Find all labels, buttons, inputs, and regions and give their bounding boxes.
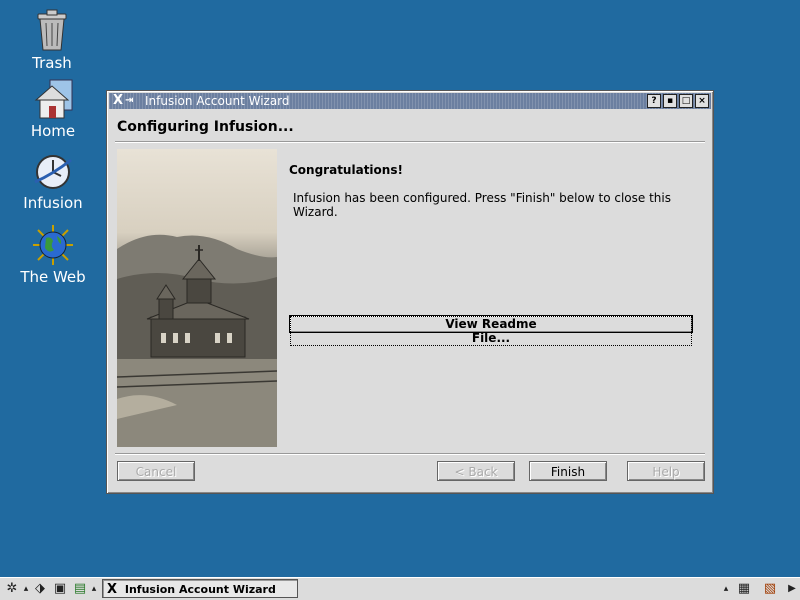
clipboard-icon[interactable]: ▧	[760, 581, 780, 597]
taskbar-item-wizard[interactable]: X Infusion Account Wizard	[102, 579, 298, 598]
desktop-icon-label: Infusion	[23, 194, 83, 212]
window-title: Infusion Account Wizard	[145, 94, 290, 108]
taskbar: ✲ ▴ ⬗ ▣ ▤ ▴ X Infusion Account Wizard ▴ …	[0, 577, 800, 600]
info-text: Infusion has been configured. Press "Fin…	[293, 191, 671, 219]
calendar-icon[interactable]: ▦	[734, 581, 754, 597]
window-list-icon[interactable]: ⬗	[32, 581, 48, 597]
desktop-icon-label: Trash	[32, 54, 72, 72]
desktop-icon-label: Home	[30, 122, 76, 140]
help-title-button[interactable]: ?	[647, 94, 661, 108]
titlebar-buttons: ? ▪ □ ×	[647, 94, 709, 108]
finish-label: Finish	[550, 465, 586, 479]
terminal-icon[interactable]: ▣	[52, 581, 68, 597]
view-readme-label: View Readme File...	[290, 316, 692, 346]
help-button[interactable]: Help	[627, 461, 705, 481]
maximize-button[interactable]: □	[679, 94, 693, 108]
close-button[interactable]: ×	[695, 94, 709, 108]
desktop-icon-label: The Web	[20, 268, 86, 286]
finish-button[interactable]: Finish	[529, 461, 607, 481]
globe-icon	[33, 225, 73, 265]
arrow-up-icon[interactable]: ▴	[22, 581, 30, 597]
heading-divider	[115, 141, 705, 143]
congrats-heading: Congratulations!	[289, 163, 403, 177]
pin-icon[interactable]: ⇥	[125, 93, 133, 109]
wizard-side-image	[117, 149, 277, 447]
help-label: Help	[652, 465, 680, 479]
cancel-label: Cancel	[135, 465, 177, 479]
church-photo-image	[117, 234, 277, 447]
taskbar-item-label: Infusion Account Wizard	[124, 583, 276, 596]
home-icon	[34, 79, 73, 119]
back-label: < Back	[454, 465, 498, 479]
arrow-right-icon[interactable]: ▶	[786, 581, 798, 597]
desktop-icon-infusion[interactable]: Infusion	[3, 152, 103, 212]
infusion-icon	[34, 155, 72, 189]
desktop-icon-web[interactable]: The Web	[3, 224, 103, 286]
trash-icon	[37, 9, 67, 51]
page-title: Configuring Infusion...	[117, 119, 294, 135]
arrow-up-icon[interactable]: ▴	[722, 581, 730, 597]
arrow-up-icon[interactable]: ▴	[90, 581, 98, 597]
desktop-icon-home[interactable]: Home	[3, 78, 103, 140]
kde-menu-icon[interactable]: ✲	[4, 581, 20, 597]
wizard-window: X ⇥ Infusion Account Wizard ? ▪ □ × Conf…	[106, 90, 714, 494]
back-button[interactable]: < Back	[437, 461, 515, 481]
x-logo-icon[interactable]: X	[113, 93, 123, 109]
editor-icon[interactable]: ▤	[72, 581, 88, 597]
window-titlebar[interactable]: X ⇥ Infusion Account Wizard ? ▪ □ ×	[109, 93, 711, 109]
minimize-button[interactable]: ▪	[663, 94, 677, 108]
desktop-icon-trash[interactable]: Trash	[2, 8, 102, 72]
x-logo-icon: X	[107, 582, 118, 597]
footer-divider	[115, 453, 705, 455]
cancel-button[interactable]: Cancel	[117, 461, 195, 481]
view-readme-button[interactable]: View Readme File...	[289, 315, 693, 346]
